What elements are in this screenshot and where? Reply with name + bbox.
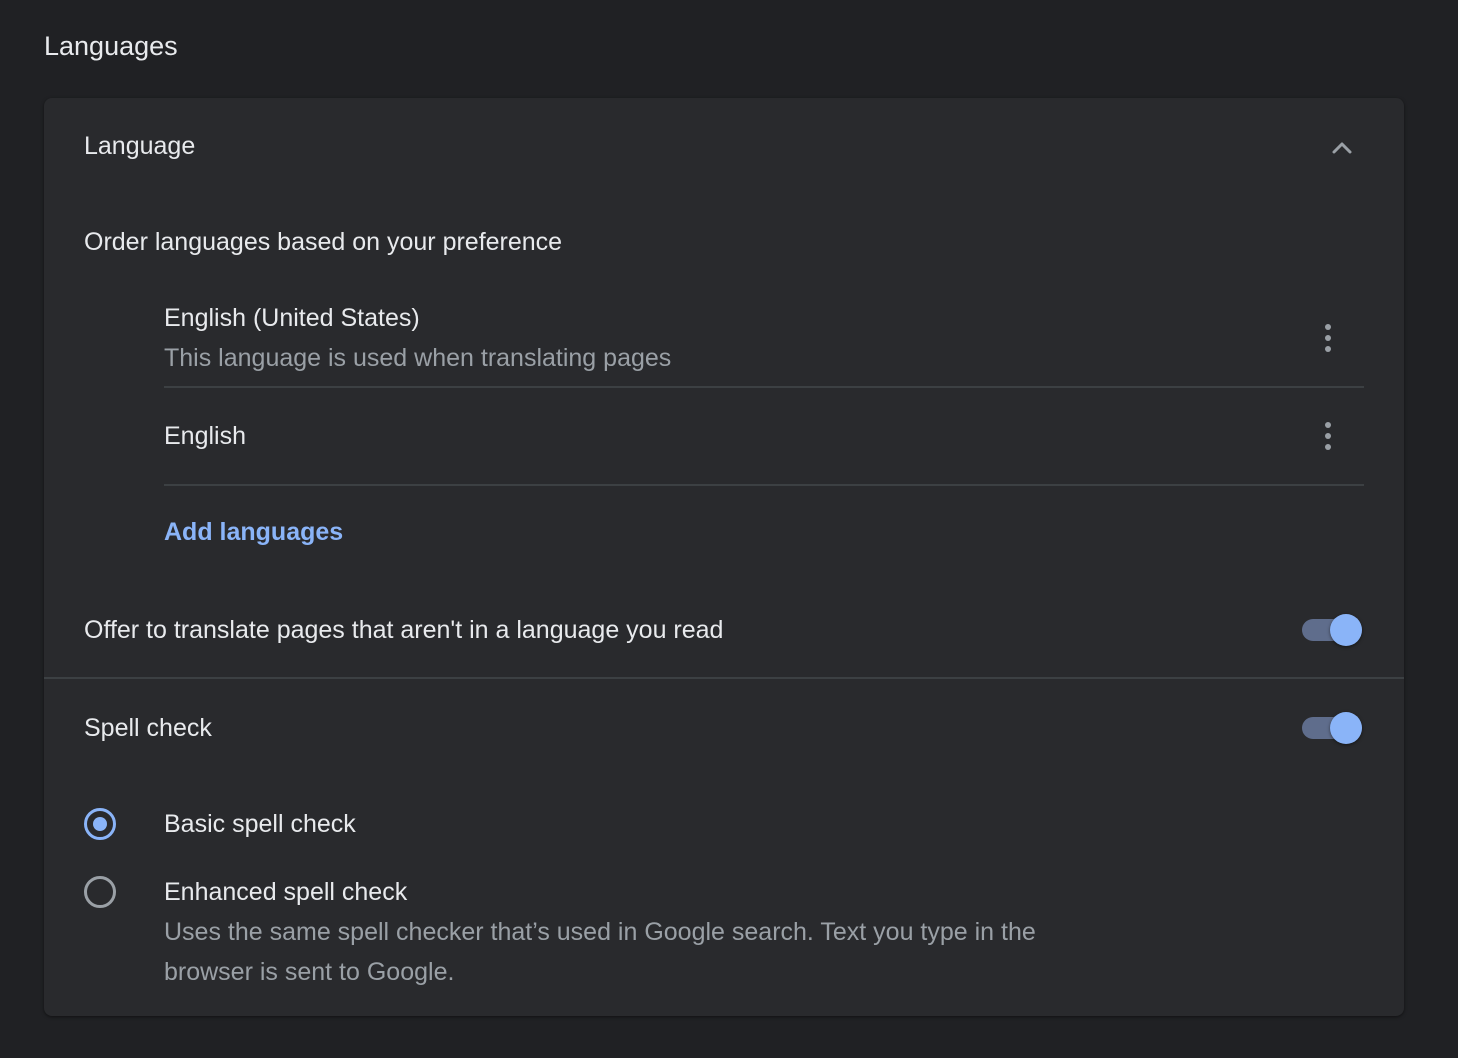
languages-card: Language Order languages based on your p… (44, 98, 1404, 1016)
language-description: This language is used when translating p… (164, 344, 672, 372)
language-item-english: English (164, 388, 1364, 484)
more-vert-icon[interactable] (1316, 318, 1340, 358)
enhanced-spell-check-label: Enhanced spell check (164, 878, 408, 906)
basic-spell-check-radio[interactable] (84, 808, 116, 840)
language-item-english-us: English (United States) This language is… (164, 298, 1364, 386)
section-divider (44, 677, 1404, 679)
chevron-up-icon[interactable] (1326, 132, 1358, 164)
add-languages-button[interactable]: Add languages (164, 516, 343, 548)
basic-spell-check-label: Basic spell check (164, 810, 356, 838)
language-section-header[interactable]: Language (44, 98, 1404, 196)
enhanced-spell-check-description-cont: browser is sent to Google. (164, 958, 455, 986)
page-title: Languages (44, 31, 178, 61)
offer-translate-toggle[interactable] (1300, 612, 1364, 648)
language-name: English (United States) (164, 304, 420, 332)
spell-check-toggle[interactable] (1300, 710, 1364, 746)
enhanced-spell-check-radio[interactable] (84, 876, 116, 908)
language-section-title: Language (84, 132, 196, 160)
order-languages-label: Order languages based on your preference (84, 228, 563, 256)
divider (164, 484, 1364, 486)
more-vert-icon[interactable] (1316, 416, 1340, 456)
language-name: English (164, 422, 246, 450)
spell-check-label: Spell check (84, 714, 212, 742)
enhanced-spell-check-description: Uses the same spell checker that’s used … (164, 918, 1036, 946)
offer-translate-label: Offer to translate pages that aren't in … (84, 616, 724, 644)
